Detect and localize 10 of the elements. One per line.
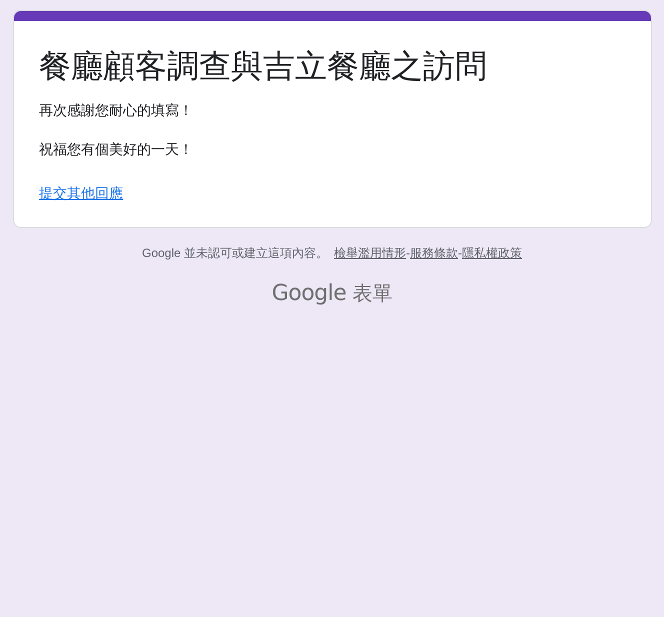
logo-product: 表單 bbox=[352, 282, 392, 308]
logo-wordmark: Google bbox=[272, 281, 346, 306]
footer-notice: Google 並未認可或建立這項內容。 檢舉濫用情形-服務條款-隱私權政策 bbox=[140, 245, 524, 262]
footer-link[interactable]: 服務條款 bbox=[410, 246, 458, 260]
footer-link[interactable]: 檢舉濫用情形 bbox=[334, 246, 406, 260]
submit-another-link[interactable]: 提交其他回應 bbox=[39, 185, 123, 204]
form-title: 餐廳顧客調查與吉立餐廳之訪問 bbox=[39, 47, 488, 86]
confirmation-message: 祝福您有個美好的一天！ bbox=[39, 140, 194, 158]
confirmation-message: 再次感謝您耐心的填寫！ bbox=[39, 101, 194, 120]
footer-link[interactable]: 隱私權政策 bbox=[462, 246, 522, 260]
